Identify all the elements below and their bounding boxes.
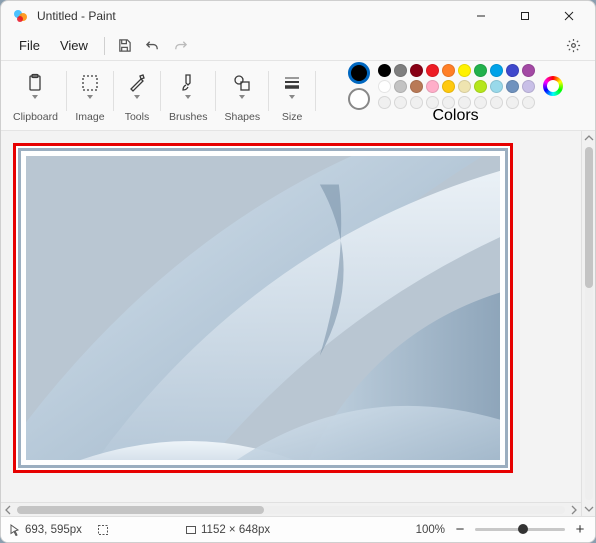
group-colors: Colors [324,65,587,125]
color-swatch[interactable] [410,96,423,109]
color-swatch[interactable] [410,80,423,93]
ribbon: Clipboard Image Tools Brushes Shapes Siz… [1,61,595,131]
scrollbar-vertical[interactable] [581,131,595,516]
image-dimensions: 1152 × 648px [185,524,270,536]
zoom-out-button[interactable]: − [453,525,467,535]
color-picker-icon[interactable] [543,76,563,96]
app-icon [13,8,29,24]
color-swatch[interactable] [426,64,439,77]
group-label: Colors [432,107,478,125]
cursor-position: 693, 595px [9,524,89,536]
color-swatch[interactable] [490,64,503,77]
dimensions-text: 1152 × 648px [201,524,270,536]
workspace [1,131,595,516]
minimize-button[interactable] [459,1,503,31]
group-size: Size [277,65,307,123]
zoom-slider[interactable] [475,528,565,531]
save-icon[interactable] [111,34,139,58]
menu-file[interactable]: File [9,34,50,57]
color-swatch[interactable] [458,80,471,93]
settings-icon[interactable] [559,34,587,58]
color-palette [378,64,535,109]
color-swatch[interactable] [394,80,407,93]
undo-icon[interactable] [139,34,167,58]
group-clipboard: Clipboard [13,65,58,123]
size-button[interactable] [277,73,307,99]
color-swatch[interactable] [378,80,391,93]
group-label: Image [75,111,104,123]
color-swatch[interactable] [458,64,471,77]
paste-button[interactable] [20,73,50,99]
zoom-level: 100% [416,524,445,536]
shapes-button[interactable] [227,73,257,99]
scrollbar-horizontal[interactable] [1,502,581,516]
close-button[interactable] [547,1,591,31]
canvas-area[interactable] [1,131,581,502]
color-swatch[interactable] [506,64,519,77]
maximize-button[interactable] [503,1,547,31]
menu-bar: File View [1,31,595,61]
tools-button[interactable] [122,73,152,99]
group-label: Shapes [224,111,260,123]
group-label: Size [282,111,302,123]
color-swatch[interactable] [378,64,391,77]
title-bar: Untitled - Paint [1,1,595,31]
color-swatch[interactable] [410,64,423,77]
canvas-image[interactable] [13,143,513,473]
selection-icon [97,524,109,536]
status-bar: 693, 595px 1152 × 648px 100% − + [1,516,595,542]
redo-icon[interactable] [167,34,195,58]
color-secondary[interactable] [348,88,370,110]
dimensions-icon [185,524,197,536]
color-swatch[interactable] [474,80,487,93]
color-swatch[interactable] [394,64,407,77]
cursor-text: 693, 595px [25,524,82,536]
select-button[interactable] [75,73,105,99]
selection-size [97,524,177,536]
color-swatch[interactable] [522,64,535,77]
scrollbar-thumb[interactable] [17,506,264,514]
group-label: Brushes [169,111,208,123]
window-title: Untitled - Paint [37,9,116,23]
color-swatch[interactable] [442,64,455,77]
color-swatch[interactable] [490,80,503,93]
color-swatch[interactable] [474,64,487,77]
color-swatch[interactable] [522,96,535,109]
scrollbar-thumb[interactable] [585,147,593,288]
color-swatch[interactable] [506,96,519,109]
color-primary[interactable] [348,62,370,84]
color-swatch[interactable] [490,96,503,109]
group-tools: Tools [122,65,152,123]
color-swatch[interactable] [378,96,391,109]
group-shapes: Shapes [224,65,260,123]
group-label: Tools [125,111,150,123]
paint-window: Untitled - Paint File View Clipboard Ima… [0,0,596,543]
color-swatch[interactable] [522,80,535,93]
brushes-button[interactable] [173,73,203,99]
group-image: Image [75,65,105,123]
menu-view[interactable]: View [50,34,98,57]
zoom-in-button[interactable]: + [573,525,587,535]
color-swatch[interactable] [394,96,407,109]
color-swatch[interactable] [426,80,439,93]
group-label: Clipboard [13,111,58,123]
group-brushes: Brushes [169,65,208,123]
color-swatch[interactable] [442,80,455,93]
color-swatch[interactable] [506,80,519,93]
cursor-icon [9,524,21,536]
